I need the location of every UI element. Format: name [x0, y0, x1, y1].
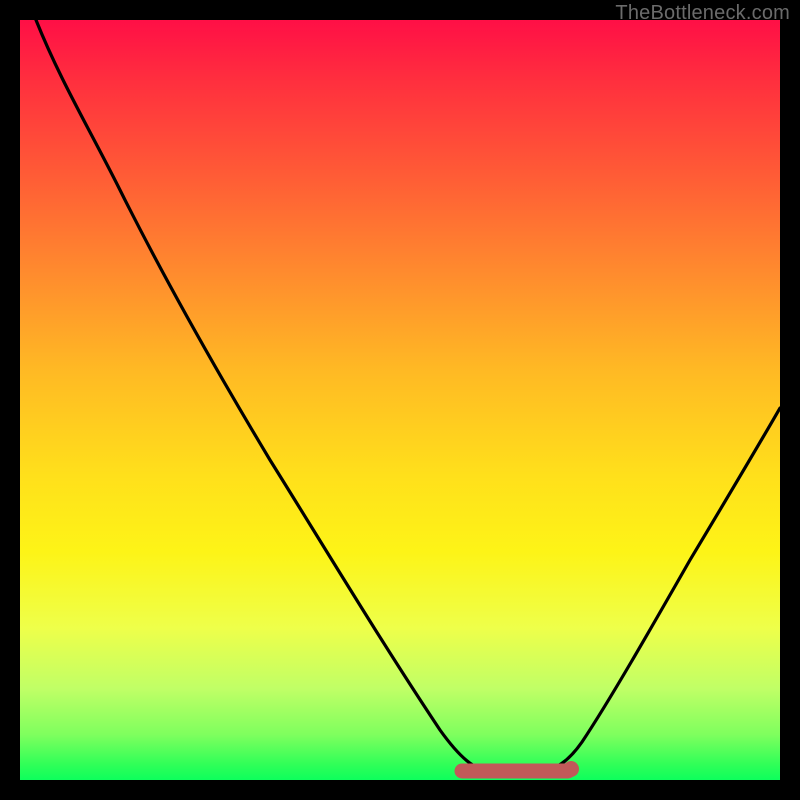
chart-curve: [36, 20, 780, 774]
plot-area: [20, 20, 780, 780]
attribution-text: TheBottleneck.com: [615, 2, 790, 25]
band-end-dot: [563, 761, 579, 777]
chart-svg: [20, 20, 780, 780]
chart-stage: TheBottleneck.com: [0, 0, 800, 800]
